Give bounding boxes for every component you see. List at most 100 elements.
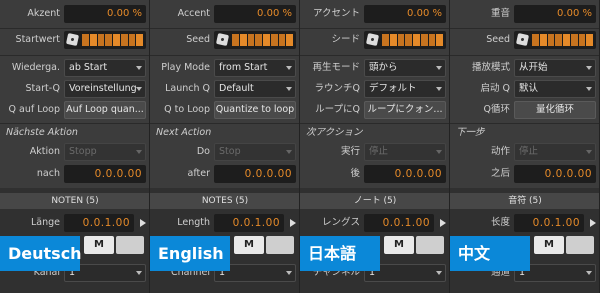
after-time-field[interactable]: 0.0.0.00 (214, 165, 296, 183)
play-icon[interactable] (590, 219, 596, 227)
seed-cell (570, 34, 578, 46)
seed-cell (389, 34, 397, 46)
do-label: 実行 (340, 146, 360, 157)
next-action-dropdown[interactable]: Stop (214, 143, 296, 161)
next-action-dropdown[interactable]: 停止 (514, 143, 596, 161)
seed-field[interactable] (364, 31, 446, 49)
note-toggle[interactable] (116, 236, 144, 254)
launch-q-value: Default (219, 83, 254, 94)
dice-icon[interactable] (65, 32, 80, 47)
length-label: Length (177, 217, 210, 228)
seed-cell (97, 34, 105, 46)
seed-field[interactable] (64, 31, 146, 49)
next-action-dropdown[interactable]: Stopp (64, 143, 146, 161)
mute-button[interactable]: M (534, 236, 564, 254)
after-time-field[interactable]: 0.0.0.00 (64, 165, 146, 183)
play-mode-dropdown[interactable]: ab Start (64, 59, 146, 77)
next-action-value: 停止 (519, 146, 539, 157)
length-field[interactable]: 0.0.1.00 (364, 214, 434, 232)
after-label: after (187, 168, 210, 179)
play-icon[interactable] (290, 219, 296, 227)
seed-pattern (382, 34, 443, 46)
chevron-down-icon (586, 87, 592, 91)
q-loop-label: Q to Loop (164, 104, 210, 115)
length-field[interactable]: 0.0.1.00 (514, 214, 584, 232)
play-mode-value: ab Start (69, 62, 108, 73)
play-mode-dropdown[interactable]: from Start (214, 59, 296, 77)
row-divider (450, 123, 599, 124)
length-label: 长度 (490, 217, 510, 228)
chevron-down-icon (286, 271, 292, 275)
play-mode-value: 頭から (369, 62, 398, 73)
launch-q-label: 启动 Q (480, 83, 511, 94)
chevron-down-icon (136, 271, 142, 275)
notes-header[interactable]: ノート (5) (300, 193, 449, 209)
accent-value-field[interactable]: 0.00 % (214, 5, 296, 23)
launch-q-dropdown[interactable]: Voreinstellung (64, 80, 146, 98)
inspector-panel: Accent 0.00 % Seed Play Mode from Start Launc… (150, 0, 300, 293)
play-mode-dropdown[interactable]: 頭から (364, 59, 446, 77)
accent-value-field[interactable]: 0.00 % (514, 5, 596, 23)
launch-q-dropdown[interactable]: 默认 (514, 80, 596, 98)
launch-q-value: Voreinstellung (69, 83, 137, 94)
length-label: Länge (30, 217, 60, 228)
dice-icon[interactable] (215, 32, 230, 47)
after-time-field[interactable]: 0.0.0.00 (364, 165, 446, 183)
launch-q-label: ラウンチQ (314, 83, 360, 94)
seed-cell (547, 34, 555, 46)
note-toggle[interactable] (566, 236, 594, 254)
inspector-panel: Akzent 0.00 % Startwert Wiederga. ab Start St… (0, 0, 150, 293)
next-action-dropdown[interactable]: 停止 (364, 143, 446, 161)
dice-icon[interactable] (515, 32, 530, 47)
launch-q-value: 默认 (519, 83, 539, 94)
accent-value-field[interactable]: 0.00 % (64, 5, 146, 23)
note-toggle[interactable] (266, 236, 294, 254)
quantize-to-loop-button[interactable]: Quantize to loop (214, 101, 296, 119)
row-divider (0, 28, 149, 29)
q-loop-label: ループにQ (315, 104, 360, 115)
seed-cell (136, 34, 143, 46)
after-time-field[interactable]: 0.0.0.00 (514, 165, 596, 183)
length-field[interactable]: 0.0.1.00 (214, 214, 284, 232)
notes-header[interactable]: NOTES (5) (150, 193, 299, 209)
quantize-to-loop-button[interactable]: ループにクォン... (364, 101, 446, 119)
next-action-value: Stopp (69, 146, 97, 157)
seed-pattern (532, 34, 593, 46)
mute-button[interactable]: M (384, 236, 414, 254)
play-icon[interactable] (140, 219, 146, 227)
inspector-panels: Akzent 0.00 % Startwert Wiederga. ab Start St… (0, 0, 600, 293)
seed-cell (263, 34, 270, 46)
next-action-value: Stop (219, 146, 241, 157)
chevron-down-icon (436, 66, 442, 70)
length-label: レングス (321, 217, 360, 228)
play-icon[interactable] (440, 219, 446, 227)
note-toggle[interactable] (416, 236, 444, 254)
next-action-title: 下一步 (456, 127, 485, 138)
dice-icon[interactable] (365, 32, 380, 47)
notes-header[interactable]: 音符 (5) (450, 193, 599, 209)
language-badge: Deutsch (0, 236, 82, 271)
seed-field[interactable] (214, 31, 296, 49)
seed-label: Seed (486, 34, 510, 45)
after-label: nach (36, 168, 60, 179)
launch-q-value: デフォルト (369, 83, 417, 94)
seed-cell (436, 34, 443, 46)
quantize-to-loop-button[interactable]: Auf Loop quan... (64, 101, 146, 119)
mute-button[interactable]: M (84, 236, 114, 254)
play-mode-dropdown[interactable]: 从开始 (514, 59, 596, 77)
play-mode-label: Wiederga. (11, 62, 60, 73)
launch-q-dropdown[interactable]: Default (214, 80, 296, 98)
length-field[interactable]: 0.0.1.00 (64, 214, 134, 232)
chevron-down-icon (136, 87, 142, 91)
q-loop-label: Q循环 (483, 104, 510, 115)
row-divider (300, 123, 449, 124)
notes-header[interactable]: NOTEN (5) (0, 193, 149, 209)
seed-field[interactable] (514, 31, 596, 49)
seed-cell (286, 34, 293, 46)
mute-button[interactable]: M (234, 236, 264, 254)
chevron-down-icon (136, 66, 142, 70)
seed-cell (270, 34, 278, 46)
quantize-to-loop-button[interactable]: 量化循环 (514, 101, 596, 119)
launch-q-dropdown[interactable]: デフォルト (364, 80, 446, 98)
accent-value-field[interactable]: 0.00 % (364, 5, 446, 23)
